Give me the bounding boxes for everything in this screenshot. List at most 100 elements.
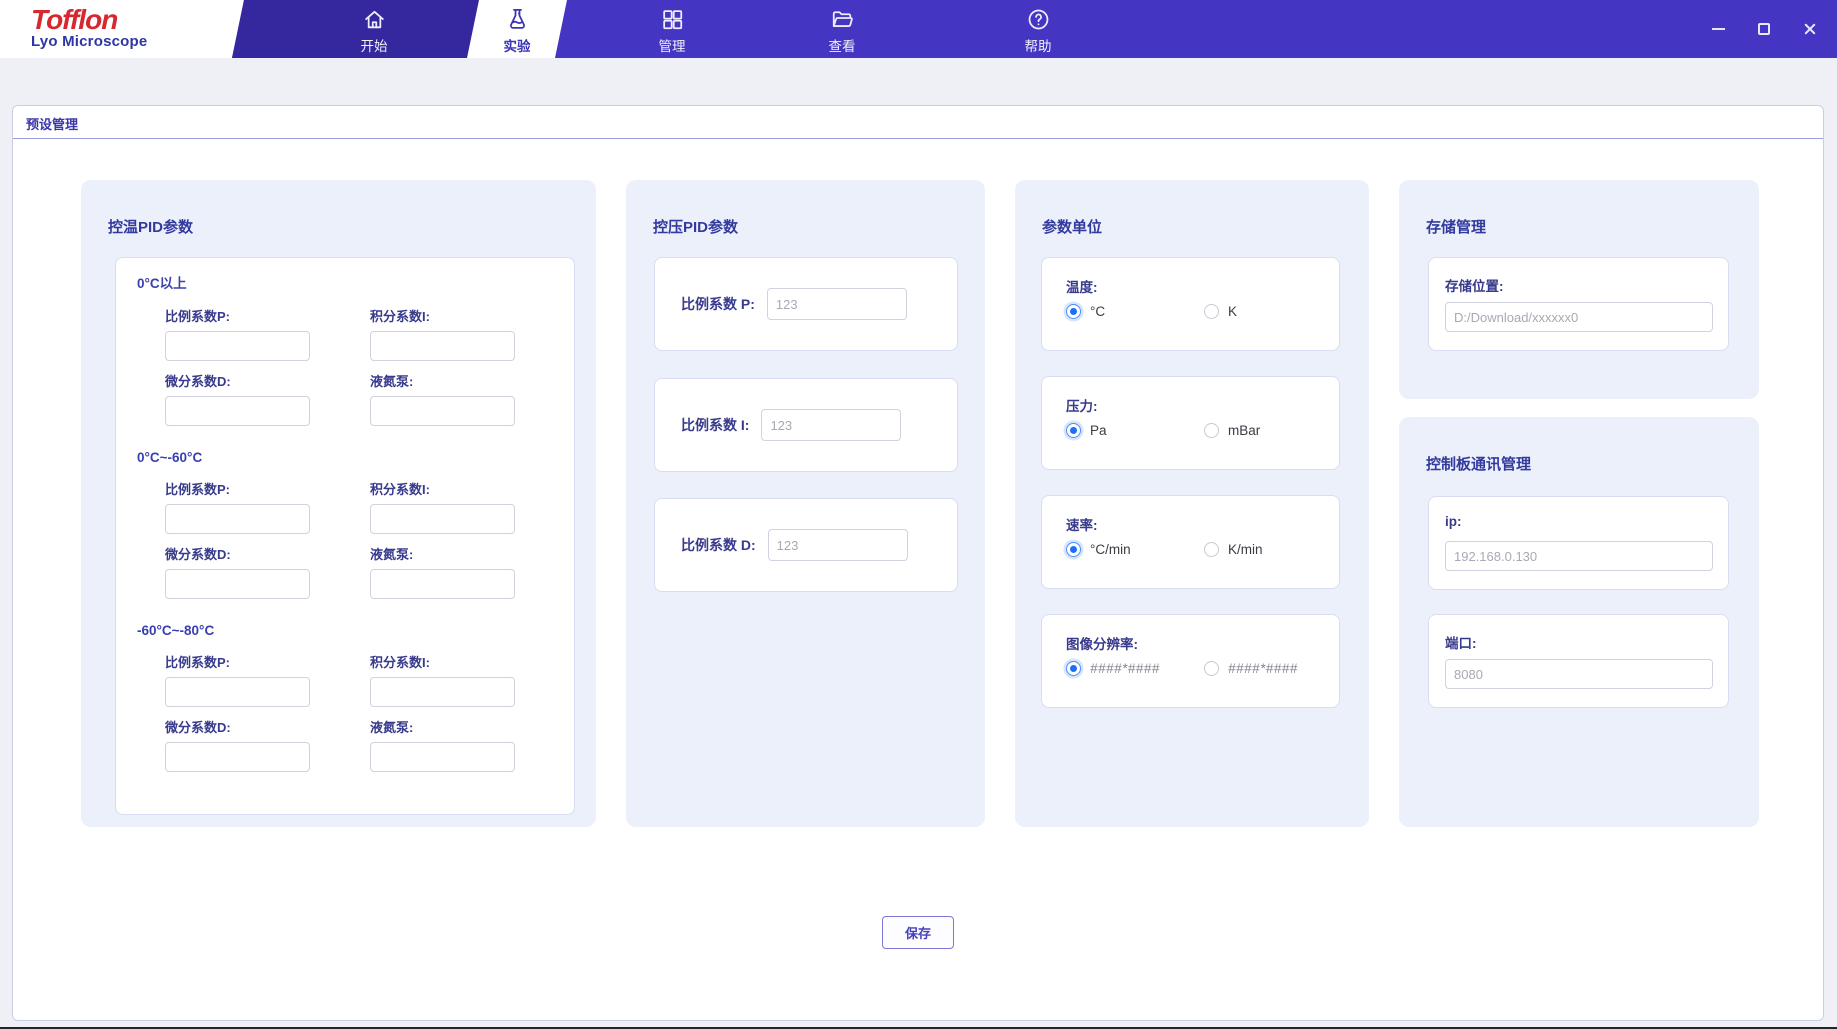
pressure-p-card: 比例系数 P: (654, 257, 958, 351)
page-title: 预设管理 (26, 117, 79, 132)
pressure-p-input[interactable] (766, 288, 907, 320)
field-label: 比例系数 P: (681, 296, 755, 312)
coefficient-p-input[interactable] (165, 331, 310, 361)
radio-icon (1066, 423, 1081, 438)
panel-parameter-units: 参数单位 温度: °C K 压力: Pa mBar 速率: °C/min K/m… (1015, 180, 1369, 827)
pressure-d-input[interactable] (767, 529, 908, 561)
minimize-button[interactable] (1707, 18, 1729, 40)
port-card: 端口: (1428, 614, 1729, 708)
ip-input[interactable] (1445, 541, 1713, 571)
radio-kelvin[interactable]: K (1204, 304, 1237, 319)
field-label: 液氮泵: (370, 547, 414, 562)
section-title: -60°C~-80°C (137, 623, 215, 638)
panel-pressure-pid: 控压PID参数 比例系数 P: 比例系数 I: 比例系数 D: (626, 180, 985, 827)
radio-icon (1204, 661, 1219, 676)
radio-kelvin-per-min[interactable]: K/min (1204, 542, 1263, 557)
temp-section-above-0: 0°C以上 比例系数P: 积分系数I: 微分系数D: 液氮泵: (137, 272, 554, 426)
field-label: 比例系数P: (165, 655, 231, 670)
radio-label: °C/min (1090, 542, 1131, 557)
logo-subtitle-text: Lyo Microscope (31, 33, 148, 51)
coefficient-d-input[interactable] (165, 569, 310, 599)
coefficient-i-input[interactable] (370, 331, 515, 361)
field-label: 积分系数I: (370, 309, 430, 324)
nitrogen-pump-input[interactable] (370, 742, 515, 772)
coefficient-i-input[interactable] (370, 677, 515, 707)
maximize-button[interactable] (1753, 18, 1775, 40)
panel-storage: 存储管理 存储位置: (1399, 180, 1759, 399)
folder-icon (832, 11, 853, 27)
field-label: 微分系数D: (165, 374, 231, 389)
panel-comm: 控制板通讯管理 ip: 端口: (1399, 417, 1759, 827)
radio-label: °C (1090, 304, 1106, 319)
radio-icon (1204, 542, 1219, 557)
flask-icon (509, 9, 525, 29)
temperature-pid-card: 0°C以上 比例系数P: 积分系数I: 微分系数D: 液氮泵: 0°C~-60°… (115, 257, 575, 815)
field-label: 比例系数P: (165, 309, 231, 324)
save-button[interactable]: 保存 (881, 916, 955, 949)
coefficient-p-input[interactable] (165, 504, 310, 534)
temp-section-0-to-minus60: 0°C~-60°C 比例系数P: 积分系数I: 微分系数D: 液氮泵: (137, 450, 554, 599)
titlebar: Tofflon Lyo Microscope 开始 实验 管理 查看 帮助 (0, 0, 1837, 58)
radio-icon (1066, 304, 1081, 319)
radio-icon (1204, 304, 1219, 319)
nav-tab-label: 查看 (828, 39, 856, 54)
nav-tab-start[interactable]: 开始 (314, 7, 434, 55)
home-icon (364, 10, 384, 29)
temp-section-minus60-to-minus80: -60°C~-80°C 比例系数P: 积分系数I: 微分系数D: 液氮泵: (137, 623, 554, 772)
panel-title: 存储管理 (1426, 219, 1487, 236)
radio-resolution-1[interactable]: ####*#### (1066, 661, 1160, 676)
nitrogen-pump-input[interactable] (370, 569, 515, 599)
section-title: 0°C以上 (137, 276, 187, 291)
nav-tab-label: 开始 (360, 39, 388, 54)
field-label: ip: (1445, 514, 1462, 529)
radio-label: Pa (1090, 423, 1107, 438)
panel-title: 控温PID参数 (108, 219, 194, 236)
help-icon (1028, 9, 1048, 30)
coefficient-d-input[interactable] (165, 396, 310, 426)
field-label: 端口: (1445, 636, 1477, 651)
group-label: 压力: (1066, 399, 1098, 414)
unit-rate-card: 速率: °C/min K/min (1041, 495, 1340, 589)
field-label: 积分系数I: (370, 655, 430, 670)
radio-label: K (1228, 304, 1238, 319)
logo-brand-text: Tofflon (31, 4, 118, 35)
ip-card: ip: (1428, 496, 1729, 590)
nav-tab-manage[interactable]: 管理 (612, 7, 732, 55)
panel-temperature-pid: 控温PID参数 0°C以上 比例系数P: 积分系数I: 微分系数D: 液氮泵: … (81, 180, 596, 827)
close-button[interactable] (1799, 18, 1821, 40)
field-label: 液氮泵: (370, 720, 414, 735)
pressure-d-card: 比例系数 D: (654, 498, 958, 592)
field-label: 存储位置: (1445, 279, 1504, 294)
nav-tab-view[interactable]: 查看 (782, 7, 902, 55)
radio-icon (1066, 542, 1081, 557)
minimize-icon (1711, 28, 1725, 30)
radio-celsius-per-min[interactable]: °C/min (1066, 542, 1131, 557)
radio-pa[interactable]: Pa (1066, 423, 1107, 438)
page-tab-header: 预设管理 (13, 106, 1823, 139)
coefficient-p-input[interactable] (165, 677, 310, 707)
radio-resolution-2[interactable]: ####*#### (1204, 661, 1298, 676)
grid-icon (662, 10, 682, 30)
radio-celsius[interactable]: °C (1066, 304, 1105, 319)
nav-tab-experiment[interactable]: 实验 (457, 7, 577, 55)
pressure-i-input[interactable] (761, 409, 902, 441)
port-input[interactable] (1445, 659, 1713, 689)
window-controls (1707, 0, 1837, 58)
radio-label: mBar (1228, 423, 1261, 438)
radio-label: K/min (1228, 542, 1263, 557)
group-label: 温度: (1066, 280, 1098, 295)
radio-mbar[interactable]: mBar (1204, 423, 1260, 438)
coefficient-d-input[interactable] (165, 742, 310, 772)
nav-tab-help[interactable]: 帮助 (978, 7, 1098, 55)
coefficient-i-input[interactable] (370, 504, 515, 534)
nav-tab-label: 帮助 (1024, 39, 1052, 54)
pressure-i-card: 比例系数 I: (654, 378, 958, 472)
unit-pressure-card: 压力: Pa mBar (1041, 376, 1340, 470)
field-label: 微分系数D: (165, 547, 231, 562)
field-label: 液氮泵: (370, 374, 414, 389)
storage-location-input[interactable] (1445, 302, 1713, 332)
radio-icon (1066, 661, 1081, 676)
radio-icon (1204, 423, 1219, 438)
maximize-icon (1758, 23, 1770, 35)
nitrogen-pump-input[interactable] (370, 396, 515, 426)
